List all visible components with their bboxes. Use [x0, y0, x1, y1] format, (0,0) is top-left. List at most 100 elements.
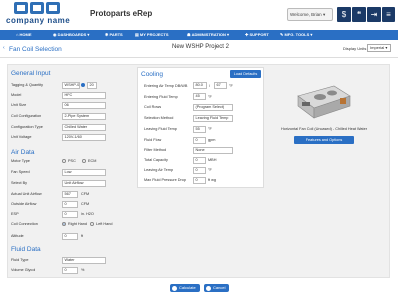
calculate-label: Calculate: [179, 285, 196, 290]
config-type-label: Configuration Type: [11, 125, 43, 129]
display-units-value: Imperial: [370, 45, 385, 50]
product-caption: Horizontal Fan Coil (Uncased) - Chilled …: [281, 127, 367, 131]
nav-mfg-tools[interactable]: ✎ MFG. TOOLS ▾: [280, 30, 312, 40]
display-units-select[interactable]: Imperial ▾: [367, 44, 391, 52]
display-units-label: Display Units: [343, 46, 367, 51]
nav-parts[interactable]: ✱ PARTS: [105, 30, 123, 40]
nav-dashboards-label: DASHBOARDS: [57, 32, 87, 37]
motor-ecm-radio[interactable]: [82, 159, 86, 163]
config-type-select[interactable]: Chilled Water: [62, 124, 106, 131]
coil-right-label: Right Hand: [68, 222, 87, 226]
altitude-input[interactable]: 0: [62, 233, 78, 240]
project-title: New WSHP Project 2: [172, 44, 229, 50]
air-data-title: Air Data: [11, 149, 35, 156]
coil-rows-label: Coil Rows: [144, 105, 162, 109]
ea-temp-label: Entering Air Temp DB/WB: [144, 84, 188, 88]
fluid-temp-unit: °F: [208, 95, 212, 99]
company-logo[interactable]: company name: [6, 2, 76, 28]
quantity-input[interactable]: 20: [87, 82, 97, 89]
main-nav: ⌂ HOME ◉ DASHBOARDS ▾ ✱ PARTS ▤ MY PROJE…: [0, 30, 398, 40]
select-by-select[interactable]: Unit Airflow: [62, 180, 106, 187]
ea-db-input[interactable]: 80.0: [193, 82, 207, 89]
motor-type-label: Motor Type: [11, 159, 30, 163]
tag-info-icon[interactable]: [81, 83, 85, 87]
nav-admin-label: ADMINISTRATION: [191, 32, 226, 37]
general-input-title: General Input: [11, 70, 51, 77]
nav-projects-label: MY PROJECTS: [139, 32, 169, 37]
total-capacity-value: 0: [193, 157, 206, 164]
fluid-flow-input[interactable]: 0: [193, 137, 206, 144]
fluid-temp-input[interactable]: 45: [193, 93, 206, 100]
lft-input[interactable]: 55: [193, 126, 206, 133]
fan-speed-label: Fan Speed: [11, 170, 30, 174]
nav-mfg-label: MFG. TOOLS: [284, 32, 310, 37]
selection-method-select[interactable]: Leaving Fluid Temp: [193, 115, 233, 122]
nav-home[interactable]: ⌂ HOME: [16, 30, 32, 40]
nav-my-projects[interactable]: ▤ MY PROJECTS: [135, 30, 169, 40]
voltage-select[interactable]: 120V-1/60: [62, 134, 106, 141]
cancel-icon: [206, 285, 211, 291]
nav-administration[interactable]: ☗ ADMINISTRATION ▾: [187, 30, 229, 40]
nav-home-label: HOME: [19, 32, 32, 37]
outside-airflow-label: Outside Airflow: [11, 202, 37, 206]
coil-config-label: Coil Configuration: [11, 114, 42, 118]
glycol-unit: %: [81, 268, 85, 272]
fluid-type-label: Fluid Type: [11, 258, 29, 262]
coil-left-label: Left Hand: [96, 222, 113, 226]
fluid-type-select[interactable]: Water: [62, 257, 106, 264]
quote-icon[interactable]: ❝: [352, 7, 366, 22]
coil-rows-select[interactable]: (Program Select): [193, 104, 233, 111]
selection-method-label: Selection Method: [144, 116, 174, 120]
fluid-data-title: Fluid Data: [11, 246, 41, 253]
glycol-label: Volume Glycol: [11, 268, 36, 272]
actual-airflow-input[interactable]: 567: [62, 191, 78, 198]
nav-support[interactable]: ✚ SUPPORT: [245, 30, 269, 40]
total-capacity-label: Total Capacity: [144, 158, 168, 162]
app-title: Protoparts eRep: [90, 9, 153, 18]
cancel-button[interactable]: Cancel: [204, 284, 229, 292]
ea-wb-input[interactable]: 67: [214, 82, 227, 89]
page-title: Fan Coil Selection: [9, 46, 62, 53]
load-defaults-button[interactable]: Load Defaults: [230, 70, 261, 78]
calculate-button[interactable]: Calculate: [170, 284, 200, 292]
coil-config-select[interactable]: 2-Pipe System: [62, 113, 106, 120]
calculate-icon: [172, 285, 177, 291]
glycol-input[interactable]: 0: [62, 267, 78, 274]
lat-value: 0: [193, 167, 206, 174]
model-label: Model: [11, 93, 22, 97]
esp-input[interactable]: 0: [62, 211, 78, 218]
nav-support-label: SUPPORT: [249, 32, 269, 37]
back-arrow-icon[interactable]: ‹: [3, 45, 5, 51]
coil-connection-label: Coil Connection: [11, 222, 38, 226]
signout-icon[interactable]: ⇥: [367, 7, 381, 22]
fluid-flow-label: Fluid Flow: [144, 138, 162, 142]
outside-airflow-input[interactable]: 0: [62, 201, 78, 208]
coil-right-radio[interactable]: [62, 222, 66, 226]
model-select[interactable]: HFC: [62, 92, 106, 99]
fan-coil-product-image: [297, 85, 351, 119]
fan-speed-select[interactable]: Low: [62, 169, 106, 176]
dollar-icon[interactable]: $: [337, 7, 351, 22]
max-pd-unit: ft wg: [208, 178, 217, 182]
altitude-unit: ft: [81, 234, 84, 238]
features-options-button[interactable]: Features and Options: [294, 136, 354, 144]
lft-label: Leaving Fluid Temp: [144, 127, 177, 131]
altitude-label: Altitude: [11, 234, 24, 238]
lat-unit: °F: [208, 168, 212, 172]
lft-unit: °F: [208, 127, 212, 131]
nav-parts-label: PARTS: [109, 32, 123, 37]
actual-airflow-label: Actual Unit Airflow: [11, 192, 42, 196]
actual-airflow-unit: CFM: [81, 192, 90, 196]
menu-icon[interactable]: ≡: [382, 7, 395, 22]
coil-left-radio[interactable]: [90, 222, 94, 226]
logo-mark-icon: [14, 2, 64, 15]
unit-size-select[interactable]: 06: [62, 102, 106, 109]
tag-input[interactable]: WSHP-01: [62, 82, 80, 89]
filter-select[interactable]: None: [193, 147, 233, 154]
total-capacity-unit: MBH: [208, 158, 217, 162]
esp-label: ESP: [11, 212, 19, 216]
user-menu[interactable]: Welcome, Brian ▾: [287, 8, 333, 21]
nav-dashboards[interactable]: ◉ DASHBOARDS ▾: [53, 30, 89, 40]
tagging-label: Tagging & Quantity: [11, 83, 44, 87]
motor-psc-radio[interactable]: [62, 159, 66, 163]
